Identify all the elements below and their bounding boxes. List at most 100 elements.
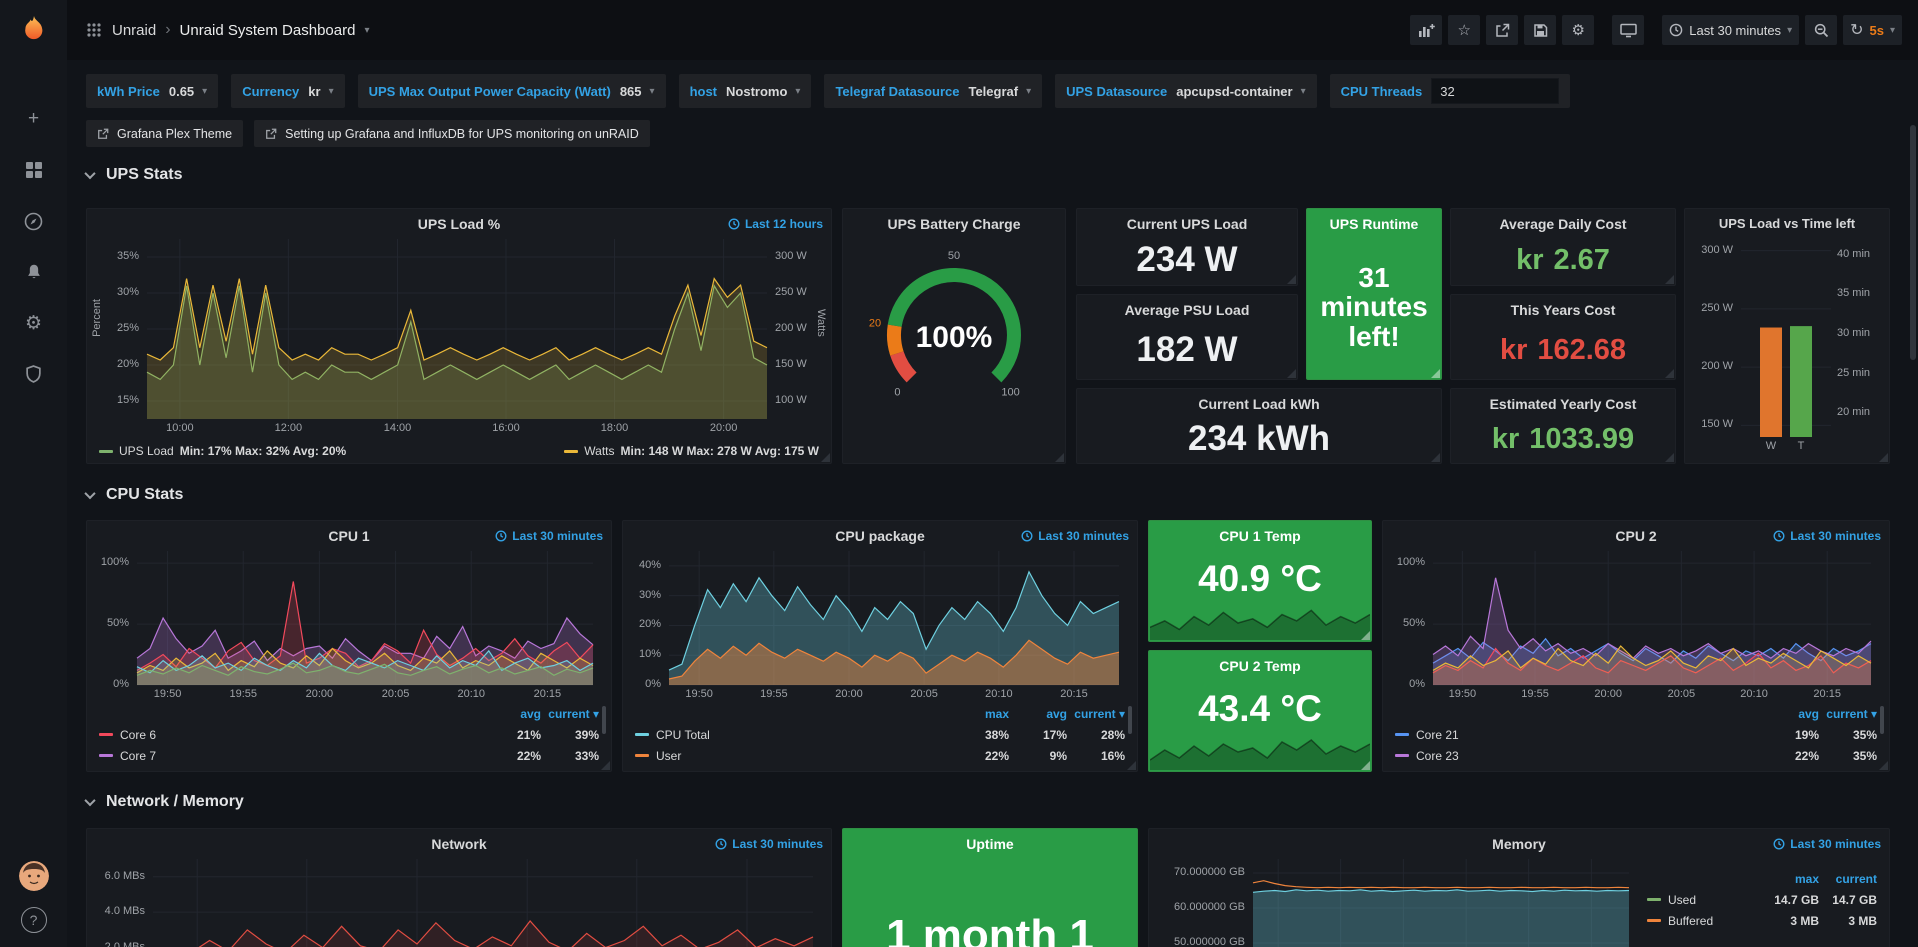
dashboards-icon[interactable] (23, 159, 45, 181)
legend-column-header[interactable]: current ▾ (1819, 707, 1877, 721)
chevron-down-icon[interactable]: ▾ (795, 86, 800, 97)
page-title[interactable]: Unraid System Dashboard (180, 22, 356, 39)
panel-resize-handle[interactable] (1431, 453, 1440, 462)
variable-value[interactable]: apcupsd-container (1176, 84, 1292, 99)
refresh-interval-label[interactable]: 5s (1870, 23, 1884, 38)
explore-compass-icon[interactable] (23, 210, 45, 232)
panel-title[interactable]: UPS Load vs Time left (1685, 209, 1889, 235)
clock-icon (1773, 838, 1785, 850)
ups-vs-time-bar-chart: 300 W250 W200 W150 W40 min35 min30 min25… (1693, 239, 1881, 453)
panel-title[interactable]: This Years Cost (1451, 295, 1675, 321)
panel-title[interactable]: Current Load kWh (1077, 389, 1441, 415)
chevron-down-icon[interactable]: ▾ (650, 86, 655, 97)
alerting-bell-icon[interactable] (23, 261, 45, 283)
legend-column-header[interactable]: max (951, 707, 1009, 721)
chevron-down-icon[interactable]: ▾ (329, 86, 334, 97)
panel-average-psu-load: Average PSU Load 182 W (1076, 294, 1298, 380)
legend-series-name[interactable]: Used (1647, 893, 1761, 907)
variable-value[interactable]: kr (308, 84, 320, 99)
variable-input[interactable] (1431, 78, 1559, 104)
grafana-logo[interactable] (0, 0, 67, 60)
panel-cpu1: CPU 1 Last 30 minutes 100%50%0%19:5019:5… (86, 520, 612, 772)
dashboard-settings-button[interactable]: ⚙ (1562, 15, 1594, 45)
legend-series-name[interactable]: Core 6 (99, 728, 483, 742)
dashboard-link[interactable]: Grafana Plex Theme (86, 120, 243, 147)
panel-resize-handle[interactable] (1361, 631, 1370, 640)
chevron-down-icon[interactable]: ▾ (1890, 25, 1895, 36)
apps-grid-icon[interactable] (85, 21, 103, 39)
legend-color-dash (1395, 754, 1409, 757)
legend-column-header[interactable]: max (1761, 872, 1819, 886)
panel-resize-handle[interactable] (1287, 275, 1296, 284)
star-dashboard-button[interactable]: ☆ (1448, 15, 1480, 45)
breadcrumb-app[interactable]: Unraid (112, 22, 156, 39)
legend-series-name[interactable]: Core 21 (1395, 728, 1761, 742)
legend-column-header[interactable]: current (1819, 872, 1877, 886)
panel-title[interactable]: Current UPS Load (1077, 209, 1297, 235)
legend-series-name[interactable]: Buffered (1647, 914, 1761, 928)
section-network-memory[interactable]: Network / Memory (86, 793, 244, 811)
panel-title[interactable]: Uptime (843, 829, 1137, 855)
server-admin-shield-icon[interactable] (23, 363, 45, 385)
chevron-down-icon[interactable]: ▾ (364, 25, 369, 36)
panel-title[interactable]: UPS Load % (87, 209, 831, 235)
panel-resize-handle[interactable] (1287, 369, 1296, 378)
legend-scrollbar[interactable] (1128, 706, 1132, 734)
legend-series-name[interactable]: Core 7 (99, 749, 483, 763)
time-range-picker[interactable]: Last 30 minutes ▾ (1662, 15, 1799, 45)
section-cpu-stats[interactable]: CPU Stats (86, 486, 183, 504)
legend-column-header[interactable]: avg (483, 707, 541, 721)
legend-item[interactable]: WattsMin: 148 W Max: 278 W Avg: 175 W (564, 444, 819, 458)
panel-title[interactable]: Estimated Yearly Cost (1451, 389, 1675, 415)
legend-column-header[interactable]: avg (1009, 707, 1067, 721)
dashboard-link[interactable]: Setting up Grafana and InfluxDB for UPS … (254, 120, 650, 147)
panel-resize-handle[interactable] (1361, 761, 1370, 770)
page-scrollbar[interactable] (1910, 125, 1916, 360)
variable-value[interactable]: Nostromo (726, 84, 787, 99)
panel-resize-handle[interactable] (1665, 275, 1674, 284)
chevron-down-icon[interactable]: ▾ (202, 86, 207, 97)
add-panel-button[interactable] (1410, 15, 1442, 45)
legend-column-header[interactable]: current ▾ (1067, 707, 1125, 721)
variable-value[interactable]: Telegraf (968, 84, 1018, 99)
chevron-down-icon[interactable]: ▾ (1026, 86, 1031, 97)
variable-label: UPS Datasource (1066, 84, 1167, 99)
panel-title[interactable]: CPU 1 Temp (1149, 521, 1371, 547)
legend-column-header[interactable]: avg (1761, 707, 1819, 721)
section-ups-stats[interactable]: UPS Stats (86, 166, 182, 184)
legend-item[interactable]: UPS LoadMin: 17% Max: 32% Avg: 20% (99, 444, 346, 458)
panel-title[interactable]: Average PSU Load (1077, 295, 1297, 321)
legend-value: 38% (951, 728, 1009, 742)
variable-value[interactable]: 0.65 (169, 84, 194, 99)
configuration-gear-icon[interactable]: ⚙ (23, 312, 45, 334)
panel-resize-handle[interactable] (1879, 453, 1888, 462)
cycle-view-mode-button[interactable] (1612, 15, 1644, 45)
panel-resize-handle[interactable] (821, 453, 830, 462)
panel-resize-handle[interactable] (1665, 453, 1674, 462)
refresh-button[interactable]: ↻ 5s ▾ (1843, 15, 1902, 45)
panel-title[interactable]: Average Daily Cost (1451, 209, 1675, 235)
panel-title[interactable]: UPS Runtime (1307, 209, 1441, 235)
zoom-out-button[interactable] (1805, 15, 1837, 45)
chevron-down-icon[interactable]: ▾ (1301, 86, 1306, 97)
panel-resize-handle[interactable] (1055, 453, 1064, 462)
legend-series-name[interactable]: User (635, 749, 951, 763)
panel-resize-handle[interactable] (601, 761, 610, 770)
panel-resize-handle[interactable] (1665, 369, 1674, 378)
legend-series-name[interactable]: CPU Total (635, 728, 951, 742)
share-dashboard-button[interactable] (1486, 15, 1518, 45)
legend-scrollbar[interactable] (602, 706, 606, 734)
panel-resize-handle[interactable] (1431, 369, 1440, 378)
legend-series-name[interactable]: Core 23 (1395, 749, 1761, 763)
create-plus-icon[interactable]: + (23, 108, 45, 130)
panel-title[interactable]: CPU 2 Temp (1149, 651, 1371, 677)
save-dashboard-button[interactable] (1524, 15, 1556, 45)
panel-resize-handle[interactable] (1127, 761, 1136, 770)
help-icon[interactable]: ? (21, 907, 47, 933)
panel-resize-handle[interactable] (1879, 761, 1888, 770)
legend-scrollbar[interactable] (1880, 706, 1884, 734)
variable-value[interactable]: 865 (620, 84, 642, 99)
legend-column-header[interactable]: current ▾ (541, 707, 599, 721)
panel-title[interactable]: UPS Battery Charge (843, 209, 1065, 235)
user-avatar[interactable] (19, 861, 49, 891)
